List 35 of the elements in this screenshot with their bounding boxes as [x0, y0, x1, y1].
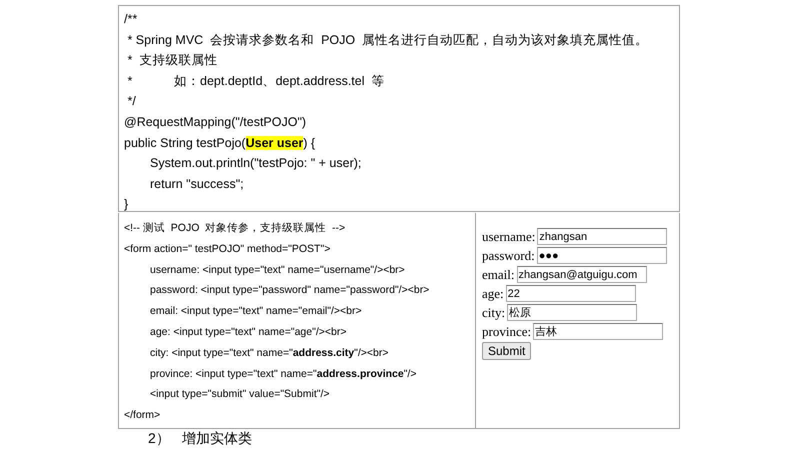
field-label: username:	[482, 228, 536, 244]
input-field[interactable]: zhangsan	[537, 228, 668, 245]
field-label: province:	[482, 324, 532, 340]
code-line: username: <input type="text" name="username"/><br>	[149, 262, 406, 278]
field-label: password:	[482, 248, 535, 264]
code-line: public String testPojo(User user) {	[124, 134, 316, 152]
list-number: 2）	[148, 430, 170, 448]
code-line: </form>	[124, 408, 162, 424]
field-label: email:	[482, 266, 514, 282]
code-line: @RequestMapping("/testPOJO")	[124, 114, 308, 131]
code-line: }	[124, 196, 130, 214]
input-field[interactable]: 吉林	[533, 323, 664, 340]
code-line: city: <input type="text" name="address.city"/><br>	[149, 346, 390, 361]
code-line: */	[126, 93, 137, 110]
input-field[interactable]: zhangsan@atguigu.com	[516, 266, 646, 283]
field-label: age:	[482, 286, 504, 302]
code-line: password: <input type="password" name="password"/><br>	[149, 283, 430, 298]
code-line: * Spring MVC 会按请求参数名和 POJO 属性名进行自动匹配，自动为该对象填充属性值。	[126, 32, 650, 49]
code-line: email: <input type="text" name="email"/><br>	[149, 304, 363, 320]
code-line: <!-- 测试 POJO 对象传参，支持级联属性 -->	[124, 221, 346, 236]
code-line: * 如：dept.deptId、dept.address.tel 等	[126, 72, 386, 90]
section-heading: 增加实体类	[182, 430, 252, 448]
submit-button[interactable]: Submit	[482, 342, 532, 360]
code-line: return "success";	[149, 176, 245, 193]
code-line: province: <input type="text" name="address.province"/>	[149, 366, 418, 382]
field-label: city:	[482, 304, 506, 320]
code-line: /**	[124, 11, 138, 28]
code-line: * 支持级联属性	[126, 52, 218, 70]
code-line: <form action=" testPOJO" method="POST">	[124, 242, 332, 257]
input-field[interactable]: ●●●	[536, 247, 667, 264]
input-field[interactable]: 22	[506, 285, 636, 302]
code-line: <input type="submit" value="Submit"/>	[149, 387, 331, 402]
code-line: age: <input type="text" name="age"/><br>	[149, 324, 348, 340]
code-line: System.out.println("testPojo: " + user);	[149, 155, 362, 172]
input-field[interactable]: 松原	[507, 304, 638, 321]
